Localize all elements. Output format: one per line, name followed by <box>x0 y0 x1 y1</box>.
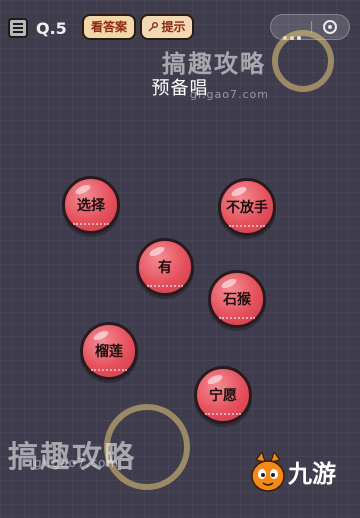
puzzle-title: 预备唱 <box>151 78 209 99</box>
word-bubble[interactable]: 榴莲 <box>80 322 138 380</box>
brand-logo-text: 九游 <box>288 460 336 488</box>
word-bubble[interactable]: 宁愿 <box>194 366 252 424</box>
word-bubble[interactable]: 石猴 <box>208 270 266 328</box>
answer-button[interactable]: 看答案 <box>82 14 136 40</box>
watermark-url: gl.gao7.com <box>34 456 120 470</box>
menu-list-icon[interactable] <box>8 18 28 38</box>
level-label: Q.5 <box>36 19 67 38</box>
close-ring-icon[interactable] <box>323 20 337 34</box>
word-bubble[interactable]: 选择 <box>62 176 120 234</box>
hint-button[interactable]: 提示 <box>140 14 194 40</box>
word-bubble[interactable]: 有 <box>136 238 194 296</box>
ninegame-mascot-icon <box>251 452 285 492</box>
word-bubble[interactable]: 不放手 <box>218 178 276 236</box>
key-icon <box>148 22 159 32</box>
hint-label: 提示 <box>161 20 186 34</box>
